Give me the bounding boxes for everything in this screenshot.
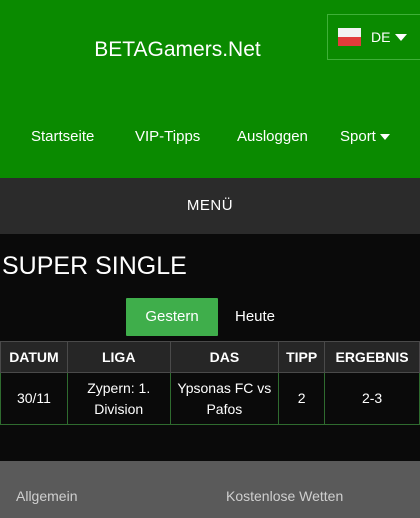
cell-das: Ypsonas FC vs Pafos xyxy=(169,372,280,425)
table-row: 30/11 Zypern: 1. Division Ypsonas FC vs … xyxy=(0,372,420,425)
tab-heute[interactable]: Heute xyxy=(218,298,292,336)
menu-toggle[interactable]: MENÜ xyxy=(0,178,420,234)
page-title: SUPER SINGLE xyxy=(2,252,187,280)
cell-ergebnis: 2-3 xyxy=(324,372,420,425)
tips-table: DATUM LIGA DAS TIPP ERGEBNIS 30/11 Zyper… xyxy=(0,341,420,425)
chevron-down-icon xyxy=(379,134,390,141)
tab-gestern[interactable]: Gestern xyxy=(126,298,218,336)
nav-vip-tipps[interactable]: VIP-Tipps xyxy=(135,128,200,145)
cell-datum: 30/11 xyxy=(0,372,68,425)
table-header-row: DATUM LIGA DAS TIPP ERGEBNIS xyxy=(0,341,420,373)
site-header: BETAGamers.Net DE Startseite VIP-Tipps A… xyxy=(0,0,420,178)
nav-sport-dropdown[interactable]: Sport xyxy=(340,128,390,145)
language-selector[interactable]: DE xyxy=(327,14,420,60)
column-header-das: DAS xyxy=(169,341,280,373)
cell-liga: Zypern: 1. Division xyxy=(66,372,171,425)
footer-link-allgemein[interactable]: Allgemein xyxy=(16,488,77,504)
nav-startseite[interactable]: Startseite xyxy=(31,128,94,145)
nav-sport-label: Sport xyxy=(340,128,376,145)
nav-ausloggen[interactable]: Ausloggen xyxy=(237,128,308,145)
chevron-down-icon xyxy=(395,33,408,41)
main-nav: Startseite VIP-Tipps Ausloggen Sport xyxy=(0,128,420,150)
site-footer: Allgemein Kostenlose Wetten xyxy=(0,461,420,518)
site-logo-text[interactable]: BETAGamers.Net xyxy=(0,38,355,62)
column-header-tipp: TIPP xyxy=(278,341,326,373)
language-code: DE xyxy=(371,29,391,45)
column-header-ergebnis: ERGEBNIS xyxy=(324,341,420,373)
cell-tipp: 2 xyxy=(278,372,326,425)
column-header-liga: LIGA xyxy=(66,341,171,373)
footer-link-kostenlose-wetten[interactable]: Kostenlose Wetten xyxy=(226,488,343,504)
column-header-datum: DATUM xyxy=(0,341,68,373)
german-flag-icon xyxy=(338,28,361,46)
day-tabs: Gestern Heute xyxy=(126,298,292,336)
